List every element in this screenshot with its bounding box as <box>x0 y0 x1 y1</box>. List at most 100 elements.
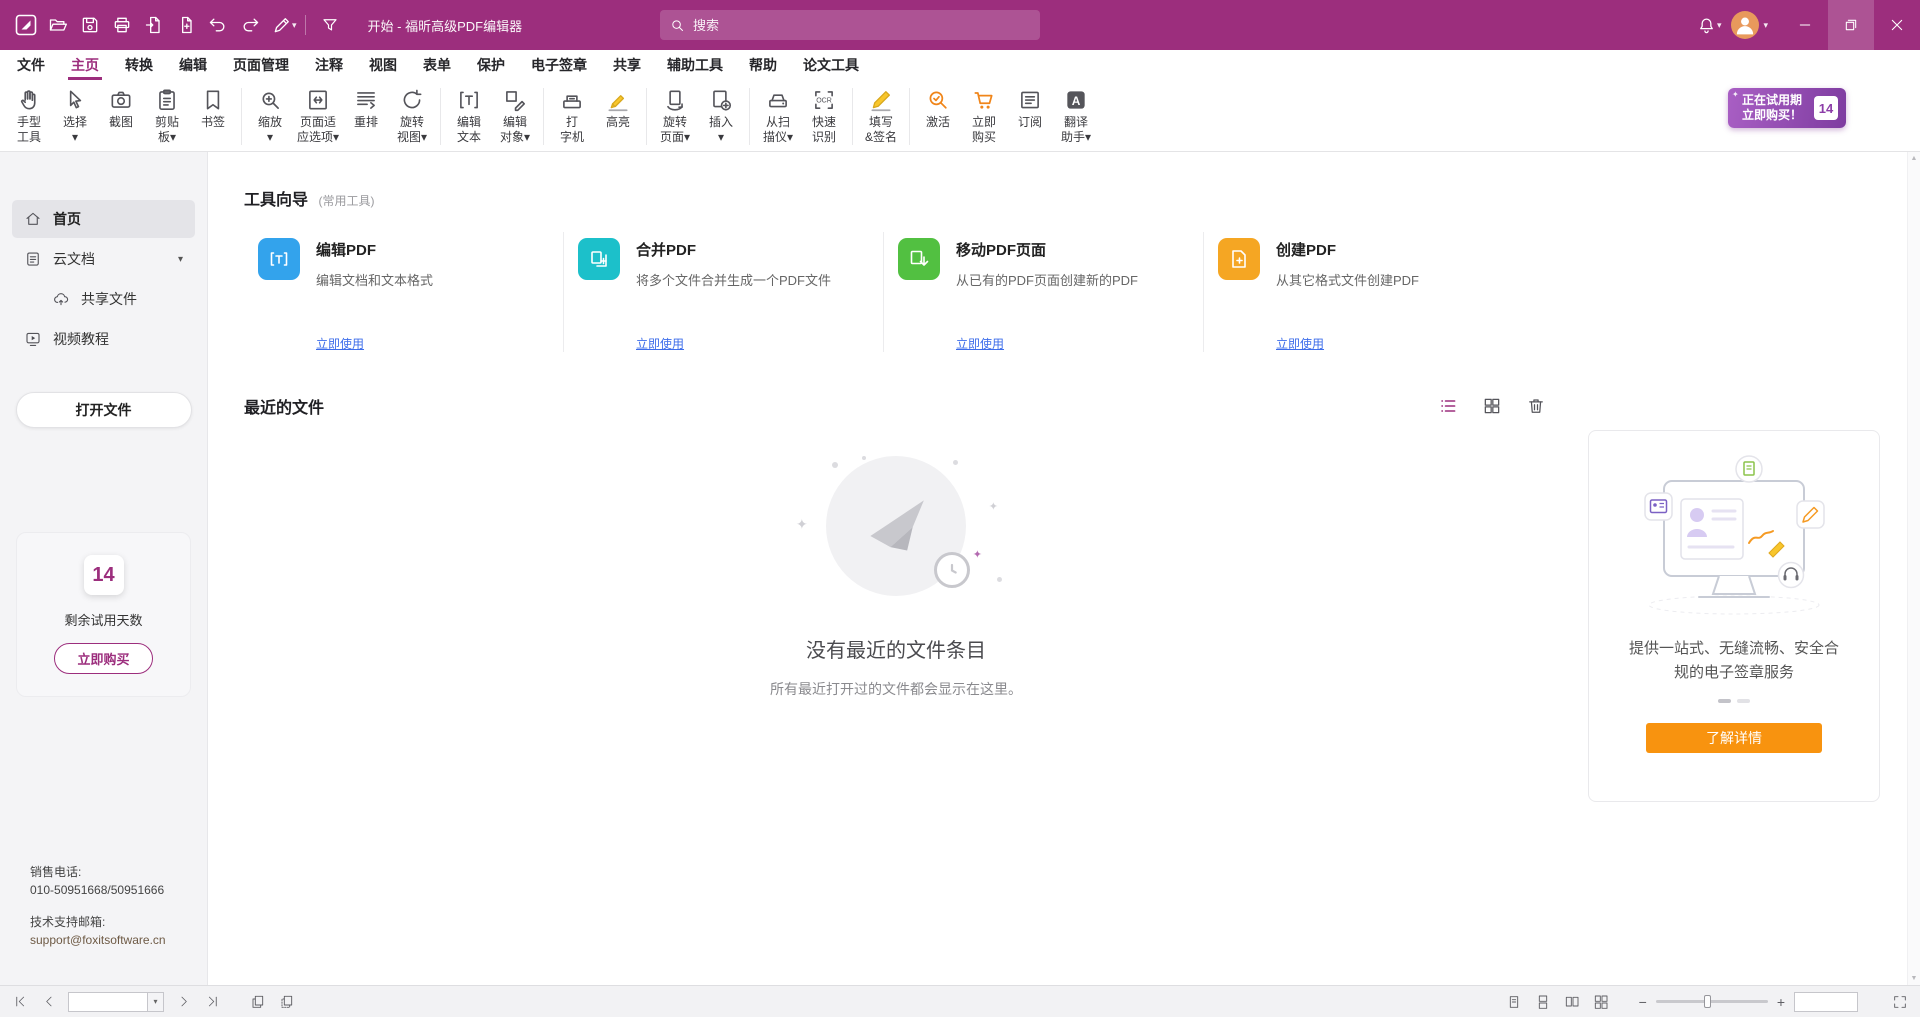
ribbon-item-translate-assistant[interactable]: A 翻译 助手▾ <box>1053 82 1099 151</box>
scroll-down-icon[interactable]: ▼ <box>1911 975 1918 982</box>
menu-tab-view[interactable]: 视图 <box>356 50 410 80</box>
use-now-link[interactable]: 立即使用 <box>316 335 364 352</box>
tool-card-create-pdf[interactable]: 创建PDF 从其它格式文件创建PDF 立即使用 <box>1204 232 1524 352</box>
ribbon-item-edit-object[interactable]: 编辑 对象▾ <box>492 82 538 151</box>
ribbon-item-rotate-view[interactable]: 旋转 视图▾ <box>389 82 435 151</box>
menu-tab-home[interactable]: 主页 <box>58 50 112 80</box>
ribbon-item-hand-tool[interactable]: 手型 工具 <box>6 82 52 151</box>
zoom-out-button[interactable]: − <box>1639 995 1647 1009</box>
trash-icon[interactable] <box>1526 396 1546 416</box>
minimize-button[interactable] <box>1782 0 1828 50</box>
list-view-button[interactable] <box>1438 396 1458 416</box>
menu-tab-page-manage[interactable]: 页面管理 <box>220 50 302 80</box>
zoom-slider[interactable] <box>1656 1000 1768 1003</box>
first-page-button[interactable] <box>10 992 30 1012</box>
ribbon-item-fill-sign[interactable]: 填写 &签名 <box>858 82 904 151</box>
promo-dot[interactable] <box>1737 699 1750 703</box>
facing-view-button[interactable] <box>1562 992 1582 1012</box>
close-button[interactable] <box>1874 0 1920 50</box>
ribbon-item-bookmark[interactable]: 书签 <box>190 82 236 151</box>
support-email-link[interactable]: support@foxitsoftware.cn <box>30 931 166 949</box>
tool-card-merge-pdf[interactable]: 合并PDF 将多个文件合并生成一个PDF文件 立即使用 <box>564 232 884 352</box>
menu-tab-help[interactable]: 帮助 <box>736 50 790 80</box>
ribbon-item-fit-options[interactable]: 页面适 应选项▾ <box>293 82 343 151</box>
menu-tab-comment[interactable]: 注释 <box>302 50 356 80</box>
menu-tab-edit[interactable]: 编辑 <box>166 50 220 80</box>
ribbon-item-select[interactable]: 选择 ▾ <box>52 82 98 151</box>
notifications-caret-icon[interactable]: ▾ <box>1717 20 1722 31</box>
ribbon-item-quick-ocr[interactable]: OCR 快速 识别 <box>801 82 847 151</box>
user-avatar[interactable] <box>1731 11 1759 39</box>
sidebar-item-cloud-docs[interactable]: 云文档 ▾ <box>12 240 195 278</box>
account-caret-icon[interactable]: ▾ <box>1763 20 1768 31</box>
filter-dropdown-icon[interactable] <box>314 9 346 41</box>
esign-dropdown-caret-icon[interactable]: ▾ <box>292 20 297 31</box>
ribbon-item-clipboard[interactable]: 剪贴 板▾ <box>144 82 190 151</box>
buy-now-button[interactable]: 立即购买 <box>54 643 152 674</box>
zoom-percent-input[interactable] <box>1795 993 1857 1011</box>
tool-card-edit-pdf[interactable]: 编辑PDF 编辑文档和文本格式 立即使用 <box>244 232 564 352</box>
menu-tab-file[interactable]: 文件 <box>4 50 58 80</box>
scroll-up-icon[interactable]: ▲ <box>1911 155 1918 162</box>
last-page-button[interactable] <box>202 992 222 1012</box>
sidebar-item-shared-files[interactable]: 共享文件 <box>12 280 195 318</box>
sidebar-item-video-tutorials[interactable]: 视频教程 <box>12 320 195 358</box>
menu-tab-paper-tools[interactable]: 论文工具 <box>790 50 872 80</box>
page-number-input[interactable] <box>69 993 147 1011</box>
continuous-view-button[interactable] <box>1533 992 1553 1012</box>
zoom-slider-thumb[interactable] <box>1704 995 1711 1008</box>
ribbon-item-from-scanner[interactable]: 从扫 描仪▾ <box>755 82 801 151</box>
menu-tab-esign[interactable]: 电子签章 <box>518 50 600 80</box>
duplicate-view-icon[interactable] <box>248 992 268 1012</box>
fullscreen-button[interactable] <box>1890 992 1910 1012</box>
app-logo[interactable] <box>10 9 42 41</box>
learn-more-button[interactable]: 了解详情 <box>1646 723 1822 753</box>
trial-banner[interactable]: ✦ 正在试用期 立即购买！ 14 <box>1728 88 1846 128</box>
search-input[interactable] <box>693 18 1030 33</box>
open-file-button[interactable]: 打开文件 <box>16 392 192 428</box>
undo-icon[interactable] <box>202 9 234 41</box>
use-now-link[interactable]: 立即使用 <box>956 335 1004 352</box>
grid-view-button[interactable] <box>1482 396 1502 416</box>
ribbon-item-reflow[interactable]: 重排 <box>343 82 389 151</box>
search-bar[interactable] <box>660 10 1040 40</box>
page-number-box[interactable]: ▾ <box>68 992 164 1012</box>
ribbon-item-buy-now[interactable]: 立即 购买 <box>961 82 1007 151</box>
restore-button[interactable] <box>1828 0 1874 50</box>
ribbon-item-highlight[interactable]: 高亮 <box>595 82 641 151</box>
ribbon-item-edit-text[interactable]: 编辑 文本 <box>446 82 492 151</box>
next-page-button[interactable] <box>173 992 193 1012</box>
page-dropdown-caret-icon[interactable]: ▾ <box>147 993 163 1011</box>
ribbon-item-insert[interactable]: 插入 ▾ <box>698 82 744 151</box>
create-pdf-icon[interactable] <box>170 9 202 41</box>
zoom-percent-box[interactable] <box>1794 992 1858 1012</box>
ribbon-item-typewriter[interactable]: 打 字机 <box>549 82 595 151</box>
menu-tab-accessibility[interactable]: 辅助工具 <box>654 50 736 80</box>
export-pdf-icon[interactable] <box>138 9 170 41</box>
redo-icon[interactable] <box>234 9 266 41</box>
ribbon-item-rotate-pages[interactable]: 旋转 页面▾ <box>652 82 698 151</box>
single-page-view-button[interactable] <box>1504 992 1524 1012</box>
open-file-icon[interactable] <box>42 9 74 41</box>
menu-tab-protect[interactable]: 保护 <box>464 50 518 80</box>
print-icon[interactable] <box>106 9 138 41</box>
promo-dot[interactable] <box>1718 699 1731 703</box>
cloud-docs-caret-icon[interactable]: ▾ <box>178 254 183 265</box>
menu-tab-convert[interactable]: 转换 <box>112 50 166 80</box>
ribbon-item-snapshot[interactable]: 截图 <box>98 82 144 151</box>
ribbon-item-zoom[interactable]: 缩放 ▾ <box>247 82 293 151</box>
vertical-scrollbar[interactable]: ▲ ▼ <box>1907 152 1920 985</box>
ribbon-item-activate[interactable]: 激活 <box>915 82 961 151</box>
zoom-in-button[interactable]: + <box>1777 995 1785 1009</box>
use-now-link[interactable]: 立即使用 <box>1276 335 1324 352</box>
save-icon[interactable] <box>74 9 106 41</box>
facing-continuous-view-button[interactable] <box>1591 992 1611 1012</box>
menu-tab-form[interactable]: 表单 <box>410 50 464 80</box>
sidebar-item-home[interactable]: 首页 <box>12 200 195 238</box>
use-now-link[interactable]: 立即使用 <box>636 335 684 352</box>
menu-tab-share[interactable]: 共享 <box>600 50 654 80</box>
prev-page-button[interactable] <box>39 992 59 1012</box>
ribbon-item-subscribe[interactable]: 订阅 <box>1007 82 1053 151</box>
tool-card-move-pages[interactable]: 移动PDF页面 从已有的PDF页面创建新的PDF 立即使用 <box>884 232 1204 352</box>
duplicate-view-alt-icon[interactable] <box>277 992 297 1012</box>
